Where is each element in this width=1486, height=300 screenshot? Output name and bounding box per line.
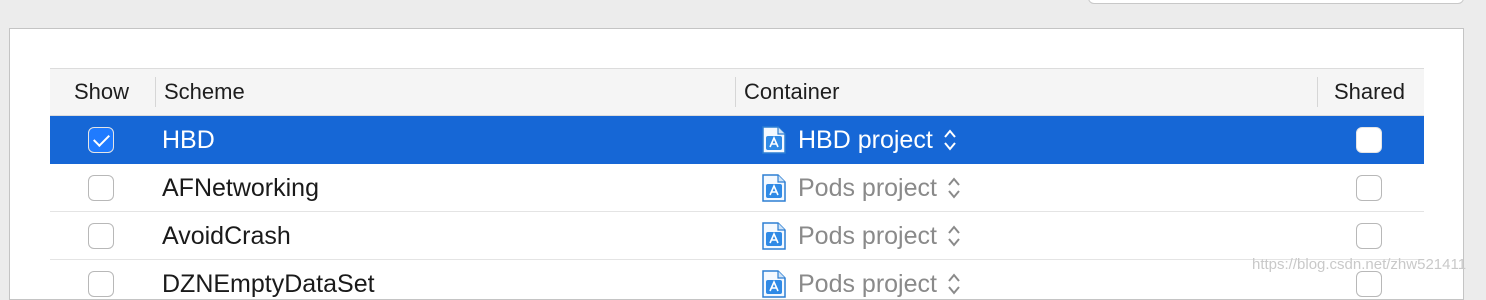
column-separator [1317, 77, 1318, 107]
up-down-chevron-icon [948, 177, 960, 199]
show-checkbox[interactable] [88, 223, 114, 249]
shared-checkbox[interactable] [1356, 223, 1382, 249]
top-button[interactable] [1088, 0, 1464, 4]
container-name: Pods project [798, 174, 937, 202]
scheme-name: AvoidCrash [162, 222, 291, 250]
table-header: Show Scheme Container Shared [50, 68, 1424, 116]
shared-checkbox[interactable] [1356, 127, 1382, 153]
column-separator [155, 77, 156, 107]
container-name: HBD project [798, 126, 933, 154]
column-separator [735, 77, 736, 107]
show-checkbox[interactable] [88, 175, 114, 201]
up-down-chevron-icon [948, 225, 960, 247]
container-name: Pods project [798, 222, 937, 250]
column-header-shared[interactable]: Shared [1334, 69, 1405, 115]
xcode-project-icon [762, 270, 786, 298]
column-header-scheme[interactable]: Scheme [164, 69, 245, 115]
table-row[interactable]: AFNetworking Pods project [50, 164, 1424, 212]
show-checkbox[interactable] [88, 127, 114, 153]
table-row[interactable]: HBD HBD project [50, 116, 1424, 164]
xcode-project-icon [762, 222, 786, 250]
up-down-chevron-icon [944, 129, 956, 151]
table-row[interactable]: AvoidCrash Pods project [50, 212, 1424, 260]
column-header-container[interactable]: Container [744, 69, 839, 115]
show-checkbox[interactable] [88, 271, 114, 297]
scheme-name: HBD [162, 126, 215, 154]
watermark: https://blog.csdn.net/zhw521411 [1252, 256, 1467, 273]
container-name: Pods project [798, 270, 937, 298]
xcode-project-icon [762, 174, 786, 202]
scheme-name: AFNetworking [162, 174, 319, 202]
shared-checkbox[interactable] [1356, 175, 1382, 201]
column-header-show[interactable]: Show [74, 69, 129, 115]
schemes-table: Show Scheme Container Shared HBD HBD pro… [50, 68, 1424, 298]
up-down-chevron-icon [948, 273, 960, 295]
table-row[interactable]: DZNEmptyDataSet Pods project [50, 260, 1424, 298]
xcode-project-icon [762, 126, 786, 154]
scheme-name: DZNEmptyDataSet [162, 270, 375, 298]
shared-checkbox[interactable] [1356, 271, 1382, 297]
